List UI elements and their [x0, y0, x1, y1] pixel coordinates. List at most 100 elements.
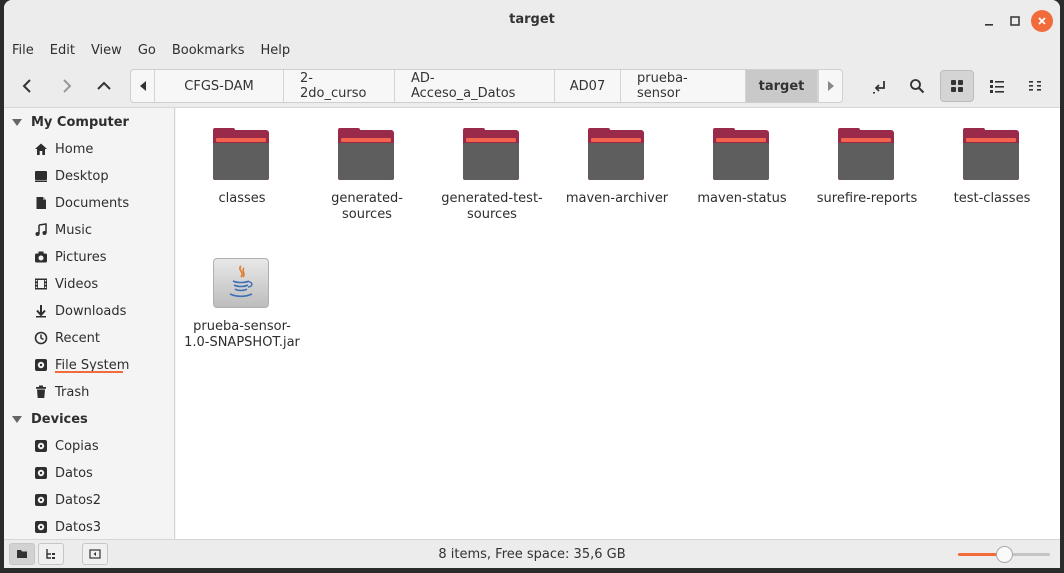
menu-go[interactable]: Go	[138, 40, 156, 64]
status-text: 8 items, Free space: 35,6 GB	[438, 547, 626, 562]
drive-icon	[34, 466, 48, 480]
maximize-icon	[1010, 16, 1020, 26]
sidebar-item-label: Datos3	[55, 519, 102, 535]
sidebar-item-copias[interactable]: Copias	[34, 435, 99, 457]
search-icon	[910, 79, 925, 94]
list-view-icon	[990, 80, 1004, 93]
breadcrumb-item[interactable]: 2-2do_curso	[284, 70, 395, 102]
trash-icon	[34, 385, 48, 399]
breadcrumb-item[interactable]: AD-Acceso_a_Datos	[395, 70, 555, 102]
title-bar[interactable]: target	[4, 0, 1060, 40]
sidebar-item-datos2[interactable]: Datos2	[34, 489, 101, 511]
sidebar-section-devices[interactable]: Devices	[12, 408, 88, 430]
compact-view-icon	[1029, 81, 1041, 91]
back-button[interactable]	[13, 72, 43, 100]
sidebar-item-home[interactable]: Home	[34, 138, 93, 160]
sidebar-item-downloads[interactable]: Downloads	[34, 300, 126, 322]
toggle-location-button[interactable]	[862, 70, 896, 102]
sidebar-item-datos[interactable]: Datos	[34, 462, 93, 484]
compact-view-button[interactable]	[1018, 70, 1052, 102]
zoom-slider-handle[interactable]	[996, 546, 1013, 563]
file-label: generated-sources	[331, 191, 403, 222]
file-label: surefire-reports	[816, 191, 918, 206]
sidebar-item-documents[interactable]: Documents	[34, 192, 129, 214]
folder-item[interactable]: test-classes	[932, 128, 1052, 207]
sidebar-item-music[interactable]: Music	[34, 219, 92, 241]
sidebar-section-label: My Computer	[31, 114, 129, 130]
sidebar-item-label: Downloads	[55, 303, 127, 319]
sidebar-item-pictures[interactable]: Pictures	[34, 246, 106, 268]
breadcrumb-item-current[interactable]: target	[746, 70, 818, 102]
clock-icon	[34, 331, 48, 345]
breadcrumb-item[interactable]: AD07	[555, 70, 621, 102]
expander-triangle-icon	[12, 415, 22, 423]
sidebar-item-recent[interactable]: Recent	[34, 327, 100, 349]
sidebar-item-videos[interactable]: Videos	[34, 273, 98, 295]
folder-icon	[713, 128, 771, 182]
sidebar-item-datos3[interactable]: Datos3	[34, 516, 101, 538]
arrow-up-icon	[97, 81, 111, 90]
drive-icon	[34, 493, 48, 507]
sidebar-item-label: Documents	[55, 195, 130, 211]
close-button[interactable]	[1031, 10, 1053, 32]
file-label: generated-test-sources	[441, 191, 543, 222]
desktop-icon	[34, 169, 48, 183]
location-entry-icon	[873, 81, 885, 94]
sidebar-item-trash[interactable]: Trash	[34, 381, 89, 403]
menu-bookmarks[interactable]: Bookmarks	[172, 40, 245, 64]
folder-icon	[338, 128, 396, 182]
triangle-right-icon	[827, 81, 834, 91]
menu-view[interactable]: View	[91, 40, 122, 64]
file-label: maven-archiver	[565, 191, 669, 206]
minimize-button[interactable]	[978, 10, 1000, 32]
sidebar-section-label: Devices	[31, 411, 88, 427]
menu-help[interactable]: Help	[260, 40, 290, 64]
folder-item[interactable]: classes	[182, 128, 302, 207]
menu-edit[interactable]: Edit	[50, 40, 75, 64]
document-icon	[34, 196, 48, 210]
sidebar-item-label: Datos2	[55, 492, 102, 508]
file-label: classes	[218, 191, 266, 206]
folder-icon	[588, 128, 646, 182]
sidebar-item-label: Pictures	[55, 249, 107, 265]
triangle-left-icon	[139, 81, 146, 91]
breadcrumb-scroll-right[interactable]	[818, 70, 842, 102]
sidebar-item-label: Videos	[55, 276, 99, 292]
sidebar-item-desktop[interactable]: Desktop	[34, 165, 109, 187]
icon-view-button[interactable]	[940, 70, 974, 102]
maximize-button[interactable]	[1004, 10, 1026, 32]
breadcrumb: CFGS-DAM 2-2do_curso AD-Acceso_a_Datos A…	[130, 69, 843, 103]
breadcrumb-scroll-left[interactable]	[131, 70, 155, 102]
sidebar-item-label: Recent	[55, 330, 100, 346]
up-button[interactable]	[89, 72, 119, 100]
drive-icon	[34, 358, 48, 372]
folder-icon	[213, 128, 271, 182]
arrow-right-icon	[63, 79, 72, 93]
list-view-button[interactable]	[980, 70, 1014, 102]
forward-button[interactable]	[51, 72, 81, 100]
sidebar-item-label: Desktop	[55, 168, 109, 184]
menu-bar: File Edit View Go Bookmarks Help	[4, 40, 1060, 64]
file-label: maven-status	[697, 191, 787, 206]
folder-item[interactable]: maven-status	[682, 128, 802, 207]
folder-item[interactable]: maven-archiver	[557, 128, 677, 207]
sidebar-item-file-system[interactable]: File System	[34, 354, 129, 376]
breadcrumb-item[interactable]: prueba-sensor	[621, 70, 746, 102]
breadcrumb-item[interactable]: CFGS-DAM	[155, 70, 284, 102]
file-label: prueba-sensor- 1.0-SNAPSHOT.jar	[184, 319, 300, 350]
drive-icon	[34, 520, 48, 534]
folder-item[interactable]: surefire-reports	[807, 128, 927, 207]
search-button[interactable]	[900, 70, 934, 102]
zoom-slider[interactable]	[958, 546, 1050, 563]
disk-usage-bar	[55, 370, 123, 373]
file-view[interactable]: classes generated-sources generated-test…	[176, 108, 1060, 539]
sidebar-item-label: Music	[55, 222, 92, 238]
sidebar-section-my-computer[interactable]: My Computer	[12, 111, 129, 133]
menu-file[interactable]: File	[12, 40, 34, 64]
music-note-icon	[34, 223, 48, 237]
folder-item[interactable]: generated-test-sources	[432, 128, 552, 223]
folder-item[interactable]: generated-sources	[307, 128, 427, 223]
expander-triangle-icon	[12, 118, 22, 126]
jar-file-item[interactable]: prueba-sensor- 1.0-SNAPSHOT.jar	[182, 258, 302, 351]
file-label: test-classes	[953, 191, 1031, 206]
